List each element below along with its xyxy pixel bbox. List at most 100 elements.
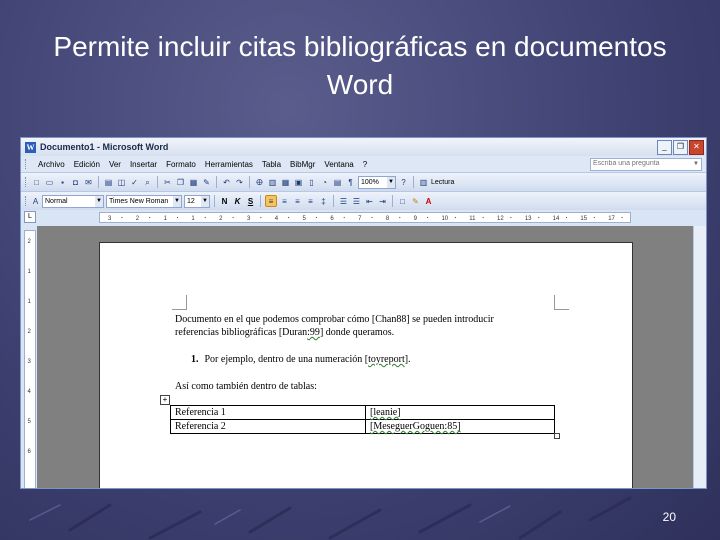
toolbar-separator [260, 195, 261, 207]
toolbar-grip[interactable] [25, 196, 29, 206]
toolbar-grip[interactable] [25, 177, 29, 187]
menu-help[interactable]: ? [363, 160, 367, 169]
minimize-button[interactable]: _ [657, 139, 672, 155]
menu-formato[interactable]: Formato [166, 160, 196, 169]
email-icon[interactable]: ✉ [83, 177, 94, 188]
restore-button[interactable]: ❐ [673, 139, 688, 155]
insert-table-icon[interactable]: ▦ [280, 177, 291, 188]
permission-icon[interactable]: ◘ [70, 177, 81, 188]
horizontal-ruler[interactable]: 3 2 1 1 2 3 4 5 6 7 8 9 10 11 12 13 14 15 17 [99, 212, 631, 223]
table-cell[interactable]: Referencia 1 [170, 405, 366, 420]
help-dropdown-icon[interactable]: ▼ [693, 159, 701, 170]
table-move-handle-icon[interactable]: + [160, 395, 170, 405]
document-map-icon[interactable]: ▤ [332, 177, 343, 188]
tables-borders-icon[interactable]: ▥ [267, 177, 278, 188]
justify-icon[interactable]: ≡ [305, 196, 316, 207]
research-icon[interactable]: ⌕ [142, 177, 153, 188]
bullets-icon[interactable]: ☰ [351, 196, 362, 207]
styles-pane-icon[interactable]: A [31, 196, 40, 207]
insert-excel-icon[interactable]: ▣ [293, 177, 304, 188]
font-dropdown-icon[interactable]: ▼ [173, 195, 181, 207]
format-painter-icon[interactable]: ✎ [201, 177, 212, 188]
list-number: 1. [191, 354, 199, 365]
bold-icon[interactable]: N [219, 196, 230, 207]
reading-layout-icon[interactable]: ▥ [418, 177, 429, 188]
vertical-ruler[interactable]: 2 1 1 2 3 4 5 6 [24, 230, 36, 489]
table-resize-handle[interactable] [554, 433, 560, 439]
align-center-icon[interactable]: ≡ [279, 196, 290, 207]
ruler-tick-label: 1 [28, 299, 32, 305]
increase-indent-icon[interactable]: ⇥ [377, 196, 388, 207]
menu-edicion[interactable]: Edición [74, 160, 100, 169]
hyperlink-icon[interactable]: 🜨 [254, 177, 265, 188]
numbering-icon[interactable]: ☰ [338, 196, 349, 207]
paste-icon[interactable]: ▦ [188, 177, 199, 188]
menu-grip[interactable] [25, 159, 29, 169]
highlight-icon[interactable]: ✎ [410, 196, 421, 207]
help-question-input[interactable] [593, 158, 683, 169]
decrease-indent-icon[interactable]: ⇤ [364, 196, 375, 207]
style-select[interactable]: Normal ▼ [42, 194, 104, 208]
menu-ver[interactable]: Ver [109, 160, 121, 169]
toolbar-separator [157, 176, 158, 188]
document-body[interactable]: Documento en el que podemos comprobar có… [175, 313, 535, 393]
document-page[interactable]: Documento en el que podemos comprobar có… [99, 242, 633, 488]
zoom-dropdown-icon[interactable]: ▼ [387, 176, 395, 188]
menu-herramientas[interactable]: Herramientas [205, 160, 253, 169]
menu-archivo[interactable]: Archivo [38, 160, 65, 169]
print-icon[interactable]: ▤ [103, 177, 114, 188]
italic-icon[interactable]: K [232, 196, 243, 207]
reading-layout-button[interactable]: Lectura [431, 179, 454, 186]
redo-icon[interactable]: ↷ [234, 177, 245, 188]
menu-bibmgr[interactable]: BibMgr [290, 160, 315, 169]
menu-tabla[interactable]: Tabla [262, 160, 281, 169]
ruler-tick-label: 7 [358, 216, 362, 222]
menu-insertar[interactable]: Insertar [130, 160, 157, 169]
print-preview-icon[interactable]: ◫ [116, 177, 127, 188]
align-right-icon[interactable]: ≡ [292, 196, 303, 207]
window-titlebar: W Documento1 - Microsoft Word _ ❐ ✕ [21, 138, 706, 156]
ruler-tick-dot [149, 216, 151, 219]
underline-icon[interactable]: S [245, 196, 256, 207]
zoom-value: 100% [361, 178, 379, 186]
font-color-icon[interactable]: A [423, 196, 434, 207]
borders-icon[interactable]: □ [397, 196, 408, 207]
table-cell[interactable]: [leanie] [365, 405, 555, 420]
word-window: W Documento1 - Microsoft Word _ ❐ ✕ Arch… [20, 137, 707, 489]
references-table[interactable]: Referencia 1 [leanie] Referencia 2 [Mese… [170, 405, 555, 434]
ruler-tick-label: 9 [414, 216, 418, 222]
table-cell[interactable]: Referencia 2 [170, 419, 366, 434]
spelling-icon[interactable]: ✓ [129, 177, 140, 188]
drawing-icon[interactable]: ◔ [319, 177, 330, 188]
align-left-icon[interactable]: ≡ [265, 195, 277, 207]
columns-icon[interactable]: ▯ [306, 177, 317, 188]
open-folder-icon[interactable]: ▭ [44, 177, 55, 188]
help-question-box[interactable]: ▼ [590, 157, 702, 171]
font-size-select[interactable]: 12 ▼ [184, 194, 210, 208]
show-formatting-icon[interactable]: ¶ [345, 177, 356, 188]
ruler-tick-label: 2 [28, 239, 32, 245]
ruler-tick-dot [204, 216, 206, 219]
copy-icon[interactable]: ❐ [175, 177, 186, 188]
help-icon[interactable]: ? [398, 177, 409, 188]
zoom-select[interactable]: 100% ▼ [358, 175, 396, 189]
style-dropdown-icon[interactable]: ▼ [95, 195, 103, 207]
list-text-a: Por ejemplo, dentro de una numeración [ [204, 354, 369, 365]
vertical-scrollbar[interactable] [693, 226, 706, 488]
font-select[interactable]: Times New Roman ▼ [106, 194, 182, 208]
margin-corner-top-left [172, 295, 187, 310]
margin-corner-top-right [554, 295, 569, 310]
new-document-icon[interactable]: □ [31, 177, 42, 188]
undo-icon[interactable]: ↶ [221, 177, 232, 188]
line-spacing-icon[interactable]: ‡ [318, 196, 329, 207]
document-area: Documento en el que podemos comprobar có… [37, 226, 693, 488]
tab-selector-icon[interactable]: L [24, 211, 36, 223]
close-button[interactable]: ✕ [689, 139, 704, 155]
font-size-dropdown-icon[interactable]: ▼ [201, 195, 209, 207]
menu-ventana[interactable]: Ventana [324, 160, 353, 169]
table-cell[interactable]: [MeseguerGoguen:85] [365, 419, 555, 434]
ruler-tick-dot [593, 216, 595, 219]
cut-icon[interactable]: ✂ [162, 177, 173, 188]
save-icon[interactable]: ▪ [57, 177, 68, 188]
paragraph-intro-line2-a: referencias bibliográficas [Duran [175, 327, 308, 338]
